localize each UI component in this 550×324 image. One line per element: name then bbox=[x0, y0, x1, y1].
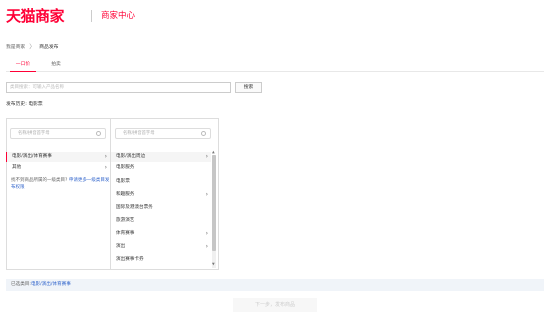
level1-item[interactable]: 其他 › bbox=[7, 163, 110, 173]
level2-item[interactable]: 体育赛事 › bbox=[111, 229, 211, 239]
level2-item[interactable]: 演出赛事卡券 bbox=[111, 255, 211, 265]
selected-category-value: 电影/演出/体育赛事 bbox=[30, 282, 71, 287]
tab-fixed-price[interactable]: 一口价 bbox=[10, 59, 36, 72]
scrollbar-thumb[interactable] bbox=[212, 155, 216, 251]
chevron-right-icon: › bbox=[104, 164, 107, 171]
category-search-input[interactable]: 类目搜索：可输入产品名称 bbox=[6, 82, 231, 93]
tab-auction[interactable]: 拍卖 bbox=[43, 59, 69, 72]
tab-bar: 一口价 拍卖 bbox=[6, 59, 544, 72]
level2-item[interactable]: 演出 › bbox=[111, 242, 211, 252]
search-icon bbox=[96, 131, 101, 136]
note-text: 找不到商品所属的一级类目? bbox=[11, 178, 68, 183]
breadcrumb-home[interactable]: 我是商家 bbox=[6, 44, 25, 52]
selected-category-label: 已选类目: bbox=[11, 282, 31, 287]
level2-item-label: 电影/演出周边 bbox=[116, 154, 146, 159]
category-permission-note: 找不到商品所属的一级类目? 申请更多一级类目发布权限 bbox=[11, 177, 111, 191]
level1-filter-placeholder: 名称/拼音首字母 bbox=[18, 131, 50, 136]
level2-item[interactable]: 国际及港澳台票务 bbox=[111, 203, 211, 213]
level2-item[interactable]: 电影票 bbox=[111, 177, 211, 187]
publish-history[interactable]: 发布历史: 电影票 bbox=[6, 101, 43, 109]
level2-item[interactable]: 旅游演艺 bbox=[111, 216, 211, 226]
chevron-right-icon: › bbox=[205, 243, 208, 250]
level2-filter-input[interactable]: 名称/拼音首字母 bbox=[115, 128, 211, 139]
level2-item-label: 演出赛事卡券 bbox=[116, 257, 144, 262]
level2-item-label: 旅游演艺 bbox=[116, 218, 135, 223]
level1-item-label: 其他 bbox=[12, 165, 22, 170]
level1-filter-input[interactable]: 名称/拼音首字母 bbox=[10, 128, 106, 139]
breadcrumb: 我是商家 〉 商品发布 bbox=[6, 44, 58, 52]
chevron-right-icon: › bbox=[205, 191, 208, 198]
tmall-logo[interactable]: 天猫商家 bbox=[6, 6, 65, 26]
level2-filter-placeholder: 名称/拼音首字母 bbox=[123, 131, 155, 136]
level2-item-label: 国际及港澳台票务 bbox=[116, 205, 153, 210]
level2-item-label: 和趣服务 bbox=[116, 192, 135, 197]
breadcrumb-current: 商品发布 bbox=[39, 45, 59, 50]
chevron-right-icon: › bbox=[205, 153, 208, 160]
scroll-down-icon[interactable]: ▼ bbox=[212, 262, 215, 266]
header-divider bbox=[91, 10, 92, 22]
level1-item-label: 电影/演出/体育赛事 bbox=[12, 154, 52, 159]
level2-item[interactable]: 和趣服务 › bbox=[111, 190, 211, 200]
level2-item-label: 电影服务 bbox=[116, 165, 135, 170]
selected-category-bar: 已选类目:电影/演出/体育赛事 bbox=[6, 279, 544, 291]
search-button[interactable]: 搜索 bbox=[235, 82, 262, 93]
search-icon bbox=[201, 131, 206, 136]
level2-item[interactable]: 电影/演出周边 › bbox=[111, 152, 211, 162]
level1-item[interactable]: 电影/演出/体育赛事 › bbox=[7, 152, 110, 162]
chevron-right-icon: 〉 bbox=[29, 44, 36, 51]
page-title[interactable]: 商家中心 bbox=[101, 10, 135, 22]
next-step-button[interactable]: 下一步，发布商品 bbox=[233, 298, 317, 312]
level2-item[interactable]: 电影服务 bbox=[111, 163, 211, 173]
chevron-right-icon: › bbox=[205, 230, 208, 237]
level2-item-label: 体育赛事 bbox=[116, 231, 135, 236]
chevron-right-icon: › bbox=[104, 153, 107, 160]
level2-item-label: 演出 bbox=[116, 244, 126, 249]
scroll-up-icon[interactable]: ▲ bbox=[212, 150, 215, 154]
level2-item-label: 电影票 bbox=[116, 179, 130, 184]
